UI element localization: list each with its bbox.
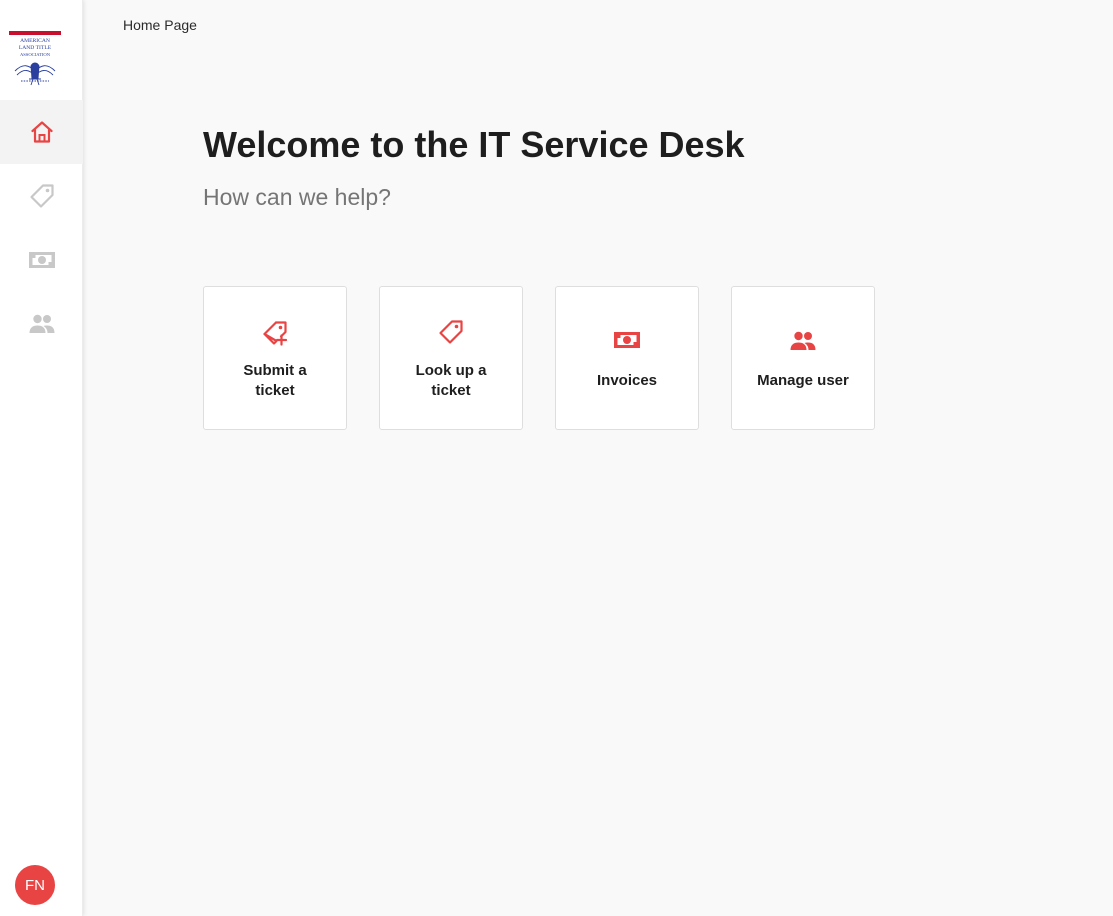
submit-ticket-card[interactable]: Submit a ticket: [203, 286, 347, 430]
nav-tickets[interactable]: [0, 164, 83, 228]
people-icon: [790, 331, 816, 350]
nav-users[interactable]: [0, 292, 83, 356]
card-label-line-2: ticket: [431, 382, 471, 399]
card-label: Manage user: [757, 372, 849, 389]
page-title: Welcome to the IT Service Desk: [203, 124, 745, 165]
card-label: Invoices: [596, 372, 658, 389]
ala-logo[interactable]: AMERICAN LAND TITLE ASSOCIATION: [9, 31, 62, 87]
tag-icon: [29, 184, 54, 208]
page-subtitle: How can we help?: [203, 184, 391, 210]
tag-plus-icon: [263, 321, 288, 346]
eagle-emblem-icon: [14, 62, 56, 86]
breadcrumb[interactable]: Home Page: [123, 17, 197, 33]
logo-line-2: LAND TITLE: [19, 45, 52, 51]
card-label-line-2: ticket: [255, 382, 295, 399]
invoices-card[interactable]: Invoices: [555, 286, 699, 430]
card-label-line-1: Look up a: [415, 362, 487, 379]
lookup-ticket-card[interactable]: Look up a ticket: [379, 286, 523, 430]
manage-user-card[interactable]: Manage user: [731, 286, 875, 430]
card-label: Submit a ticket: [212, 361, 338, 401]
card-label-line-1: Submit a: [243, 362, 307, 379]
logo-line-3: ASSOCIATION: [20, 52, 51, 57]
nav-invoices[interactable]: [0, 228, 83, 292]
people-icon: [29, 314, 54, 333]
sidebar: AMERICAN LAND TITLE ASSOCIATION FN: [0, 0, 83, 916]
nav-home[interactable]: [0, 100, 83, 164]
home-icon: [30, 121, 53, 143]
money-icon: [614, 332, 640, 348]
user-avatar[interactable]: FN: [15, 865, 55, 905]
card-label: Look up a ticket: [388, 361, 514, 401]
logo-line-1: AMERICAN: [20, 38, 50, 44]
tag-icon: [439, 320, 463, 344]
money-icon: [28, 252, 55, 268]
